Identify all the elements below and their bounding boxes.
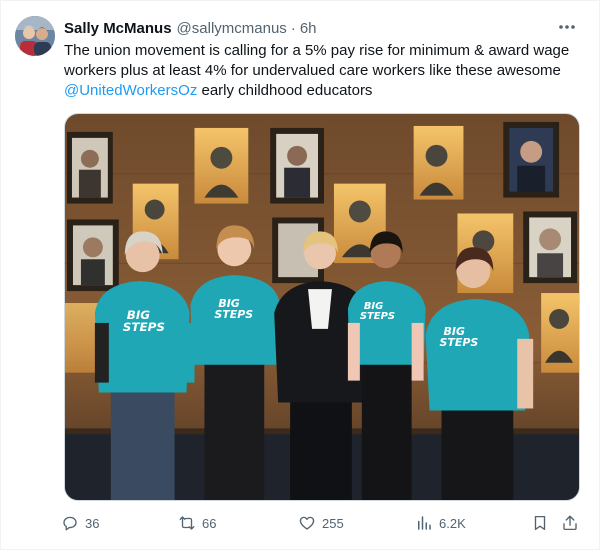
tweet-actions-bar: 36 66 255 6.2K [61,512,586,534]
tweet-card[interactable]: Sally McManus @sallymcmanus · 6h The uni… [0,0,600,550]
bookmark-button[interactable] [531,512,549,534]
views-count: 6.2K [439,515,466,531]
avatar-image [15,16,55,56]
reply-icon [63,516,77,531]
like-button[interactable]: 255 [298,512,344,534]
header-separator: · [290,19,296,37]
share-button[interactable] [561,512,579,534]
avatar[interactable] [15,16,55,56]
timestamp[interactable]: 6h [300,20,317,37]
tweet-text-after: early childhood educators [197,82,373,99]
shirt-print-2-line2: STEPS [214,308,253,321]
more-horizontal-icon [559,25,575,29]
author-handle[interactable]: @sallymcmanus [177,20,287,37]
tweet-photo[interactable]: BIG STEPS BIG STEPS BIG STEPS BIG STEPS [64,113,580,501]
repost-icon [179,516,195,530]
heart-icon [299,516,315,530]
bookmark-icon [534,515,546,531]
shirt-print-4-line2: STEPS [360,311,395,322]
repost-button[interactable]: 66 [178,512,216,534]
more-options-button[interactable] [557,17,577,37]
tweet-text: The union movement is calling for a 5% p… [64,41,584,101]
like-count: 255 [322,515,344,531]
repost-count: 66 [202,515,217,531]
tweet-text-before: The union movement is calling for a 5% p… [64,42,570,79]
shirt-print-1-line2: STEPS [123,320,165,334]
tweet-header: Sally McManus @sallymcmanus · 6h [64,18,579,38]
reply-button[interactable]: 36 [61,512,99,534]
mention-link[interactable]: @UnitedWorkersOz [64,82,197,99]
views-chart-icon [418,516,431,530]
author-name[interactable]: Sally McManus [64,20,172,37]
group-photo: BIG STEPS BIG STEPS BIG STEPS BIG STEPS [65,114,579,500]
views-button[interactable]: 6.2K [415,512,466,534]
shirt-print-5-line2: STEPS [440,336,479,349]
share-icon [563,515,577,531]
reply-count: 36 [85,515,100,531]
